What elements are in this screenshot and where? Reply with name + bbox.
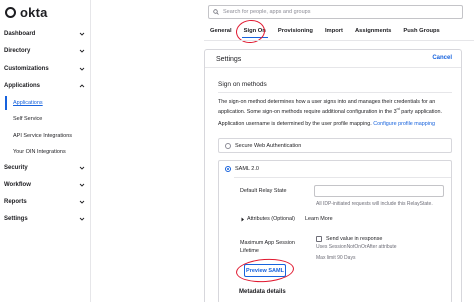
sidebar-item-security[interactable]: Security [4, 161, 85, 175]
attributes-toggle[interactable]: Attributes (Optional) [247, 216, 295, 223]
chevron-down-icon [79, 182, 85, 188]
relay-state-input[interactable] [314, 185, 444, 197]
tab-assignments[interactable]: Assignments [349, 24, 397, 38]
description-text-end: party application. [399, 109, 442, 116]
chevron-down-icon [79, 31, 85, 37]
chevron-down-icon [79, 199, 85, 205]
max-session-label-2: Lifetime [240, 248, 259, 254]
panel-header: Settings Cancel [205, 50, 461, 68]
username-description: Application username is determined by th… [218, 121, 450, 128]
sidebar-item-dashboard[interactable]: Dashboard [4, 27, 85, 41]
sidebar-item-label: Workflow [4, 182, 31, 188]
chevron-down-icon [79, 66, 85, 72]
saml-divider [234, 177, 451, 178]
sidebar-item-label: Dashboard [4, 31, 36, 37]
metadata-details-title: Metadata details [239, 289, 286, 295]
radio-label: Secure Web Authentication [235, 143, 302, 149]
session-hint: Uses SessionNotOnOrAfter attribute [316, 244, 397, 250]
send-value-checkbox[interactable] [316, 236, 322, 242]
cancel-link[interactable]: Cancel [432, 55, 452, 61]
sign-on-description: The sign-on method determines how a user… [218, 99, 450, 117]
sidebar-item-reports[interactable]: Reports [4, 195, 85, 209]
chevron-down-icon [79, 216, 85, 222]
sidebar-item-directory[interactable]: Directory [4, 44, 85, 58]
radio-swa[interactable] [225, 143, 231, 149]
relay-state-hint: All IDP-initiated requests will include … [316, 201, 433, 207]
chevron-up-icon [79, 83, 85, 89]
section-title: Sign on methods [218, 81, 267, 88]
radio-label: SAML 2.0 [235, 166, 259, 172]
caret-right-icon[interactable] [240, 217, 245, 222]
option-secure-web-auth[interactable]: Secure Web Authentication [218, 138, 452, 153]
learn-more-link[interactable]: Learn More [305, 216, 333, 223]
configure-profile-mapping-link[interactable]: Configure profile mapping [373, 121, 435, 127]
relay-state-label: Default Relay State [240, 188, 287, 194]
sidebar-item-label: Security [4, 165, 28, 171]
username-text: Application username is determined by th… [218, 121, 372, 127]
sidebar-item-label: Applications [4, 83, 41, 89]
global-search[interactable] [208, 5, 463, 19]
search-icon [213, 9, 219, 15]
tabs-divider [204, 40, 474, 41]
panel-title: Settings [216, 56, 242, 63]
search-input[interactable] [223, 9, 453, 15]
sidebar-subitem-self-service[interactable]: Self Service [13, 113, 42, 125]
sidebar-item-label: Customizations [4, 66, 49, 72]
sidebar: okta Dashboard Directory Customizations … [0, 0, 91, 302]
chevron-down-icon [79, 165, 85, 171]
sidebar-item-customizations[interactable]: Customizations [4, 62, 85, 76]
settings-panel: Settings Cancel Sign on methods The sign… [204, 49, 462, 302]
sidebar-item-applications[interactable]: Applications [4, 79, 85, 93]
tab-general[interactable]: General [204, 24, 238, 38]
sidebar-subitem-applications[interactable]: Applications [13, 97, 43, 109]
tab-import[interactable]: Import [319, 24, 349, 38]
max-session-label: Maximum App Session [240, 240, 295, 246]
okta-logo[interactable]: okta [5, 4, 48, 20]
tab-provisioning[interactable]: Provisioning [272, 24, 319, 38]
active-indicator [5, 96, 7, 110]
sidebar-subitem-api-service-integrations[interactable]: API Service Integrations [13, 130, 72, 142]
sidebar-item-label: Reports [4, 199, 27, 205]
sidebar-subitem-oin-integrations[interactable]: Your OIN Integrations [13, 146, 66, 158]
okta-logo-icon [5, 6, 16, 18]
logo-text: okta [20, 4, 48, 20]
send-value-label: Send value in response [326, 236, 383, 242]
radio-saml[interactable] [225, 166, 231, 172]
sidebar-item-workflow[interactable]: Workflow [4, 178, 85, 192]
chevron-down-icon [79, 48, 85, 54]
session-limit-hint: Max limit 90 Days [316, 255, 356, 261]
sidebar-item-settings[interactable]: Settings [4, 212, 85, 226]
sidebar-item-label: Settings [4, 216, 28, 222]
sidebar-item-label: Directory [4, 48, 31, 54]
section-divider [218, 92, 452, 93]
tab-push-groups[interactable]: Push Groups [397, 24, 445, 38]
